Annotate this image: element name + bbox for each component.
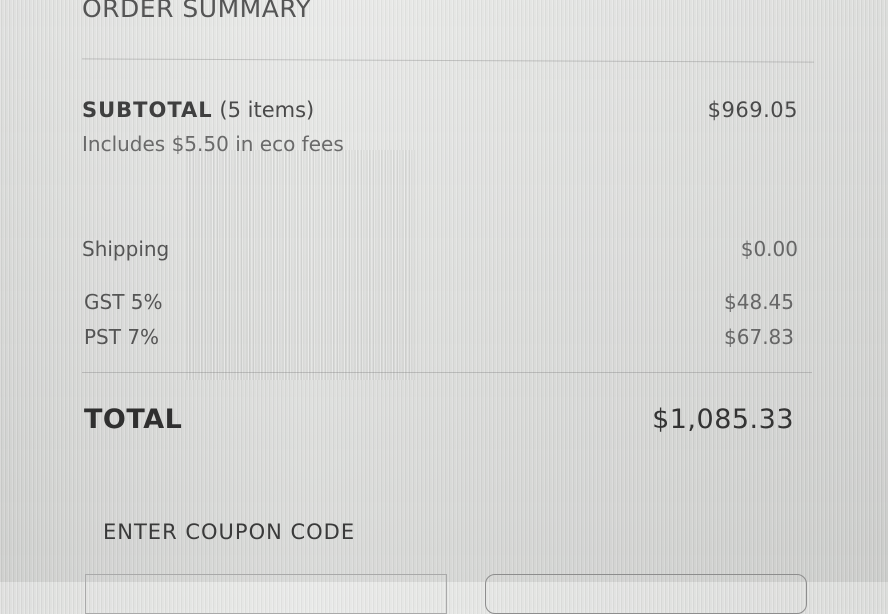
total-value: $1,085.33	[652, 404, 794, 435]
order-summary-title: ORDER SUMMARY	[82, 0, 312, 23]
subtotal-item-count: (5 items)	[219, 98, 315, 122]
gst-value: $48.45	[724, 290, 794, 314]
summary-divider-top	[82, 58, 814, 63]
apply-coupon-button[interactable]	[485, 574, 807, 614]
total-row: TOTAL $1,085.33	[84, 404, 794, 435]
shipping-label: Shipping	[82, 237, 170, 261]
subtotal-row: SUBTOTAL (5 items) $969.05	[82, 98, 798, 122]
gst-label: GST 5%	[84, 290, 163, 314]
eco-fees-note: Includes $5.50 in eco fees	[82, 132, 344, 156]
subtotal-value: $969.05	[707, 98, 798, 122]
pst-value: $67.83	[724, 325, 794, 349]
shipping-value: $0.00	[740, 237, 798, 261]
pst-row: PST 7% $67.83	[84, 325, 794, 349]
summary-divider-total	[82, 372, 812, 373]
enter-coupon-code-link[interactable]: ENTER COUPON CODE	[103, 520, 355, 544]
pst-label: PST 7%	[84, 325, 160, 349]
shipping-row: Shipping $0.00	[82, 237, 798, 261]
subtotal-label-group: SUBTOTAL (5 items)	[82, 98, 314, 122]
total-label: TOTAL	[84, 404, 183, 435]
gst-row: GST 5% $48.45	[84, 290, 794, 314]
coupon-code-input[interactable]	[85, 574, 447, 614]
subtotal-label: SUBTOTAL	[82, 98, 213, 122]
